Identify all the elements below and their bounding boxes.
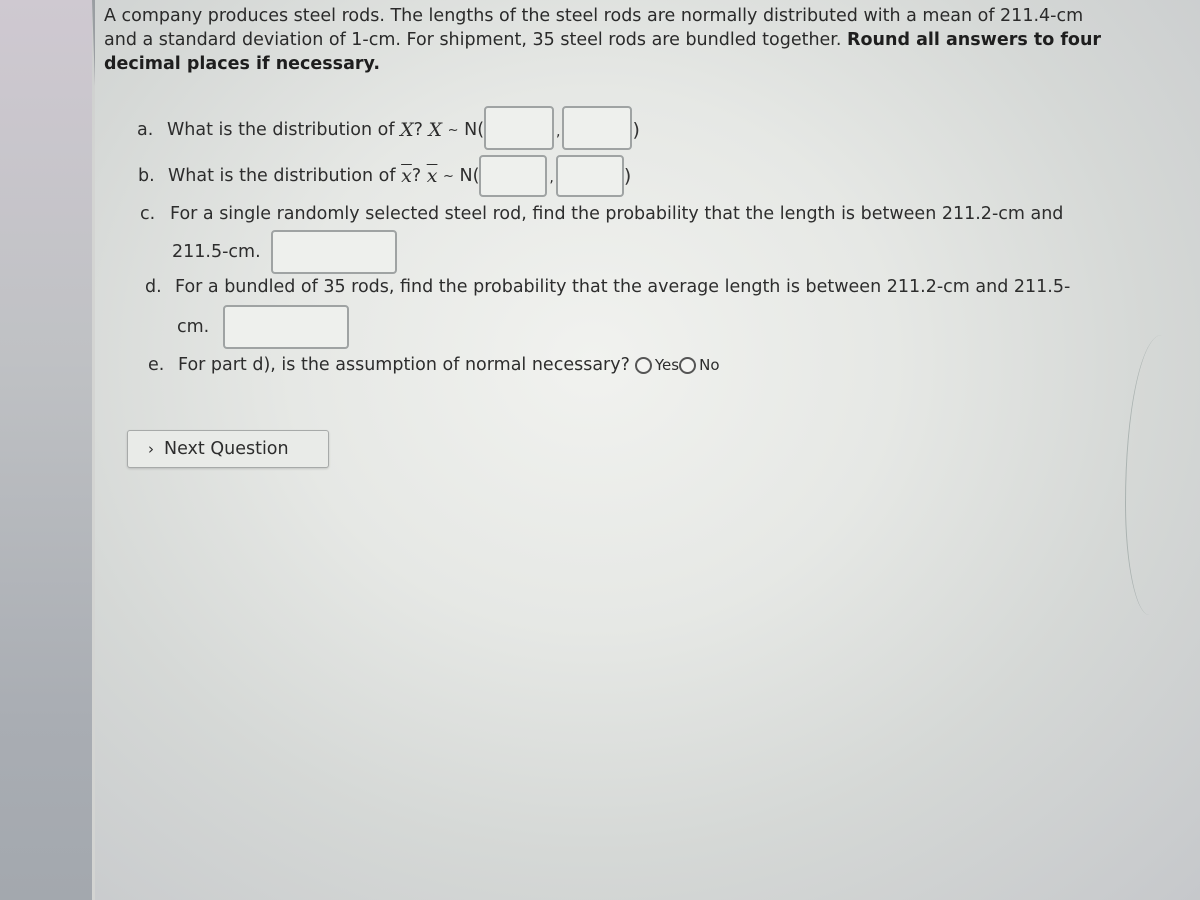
radio-no-label: No [699, 356, 720, 374]
question-c-text: For a single randomly selected steel rod… [170, 204, 1064, 224]
question-d-text-cont: cm. [177, 317, 210, 337]
tilde-symbol: ~ [447, 122, 459, 138]
normal-dist-open: N( [464, 120, 485, 140]
question-a-qmark: ? [413, 120, 423, 140]
question-a-mean-box[interactable] [484, 106, 555, 150]
question-d-label: d. [145, 277, 162, 297]
question-c-answer-row: 211.5-cm. [172, 230, 397, 274]
question-a-variable-2: X [428, 119, 443, 141]
next-question-label: Next Question [164, 439, 289, 459]
question-e-text: For part d), is the assumption of normal… [178, 355, 630, 375]
comma: , [549, 170, 554, 186]
radio-yes-label: Yes [654, 356, 680, 374]
left-panel [0, 0, 92, 900]
question-a: a. What is the distribution of X ? X ~ N… [137, 106, 640, 150]
question-a-mean-input[interactable] [486, 108, 553, 148]
question-b: b. What is the distribution of x ? x ~ N… [138, 155, 632, 197]
question-c: c. For a single randomly selected steel … [140, 201, 1063, 227]
question-a-text: What is the distribution of [167, 120, 395, 140]
question-a-sd-box[interactable] [562, 106, 633, 150]
question-b-variable-xbar: x [401, 165, 412, 187]
question-b-sd-box[interactable] [555, 155, 624, 197]
question-d-answer-box[interactable] [223, 305, 350, 349]
question-d-answer-row: cm. [177, 305, 350, 349]
radio-yes[interactable] [634, 356, 652, 374]
question-e: e. For part d), is the assumption of nor… [148, 352, 720, 378]
question-b-mean-box[interactable] [479, 155, 548, 197]
next-question-button[interactable]: › Next Question [127, 430, 329, 468]
normal-dist-open: N( [459, 166, 480, 186]
radio-option-no[interactable]: No [679, 356, 720, 374]
comma: , [556, 124, 561, 140]
question-c-answer-input[interactable] [272, 232, 395, 272]
question-d: d. For a bundled of 35 rods, find the pr… [145, 274, 1070, 300]
radio-option-yes[interactable]: Yes [630, 356, 679, 374]
question-b-label: b. [138, 166, 155, 186]
question-a-sd-input[interactable] [564, 108, 631, 148]
question-a-variable: X [400, 119, 414, 141]
question-b-text: What is the distribution of [168, 166, 396, 186]
question-b-variable-xbar-2: x [426, 165, 438, 187]
question-d-text: For a bundled of 35 rods, find the proba… [175, 277, 1071, 297]
normal-dist-close: ) [623, 165, 632, 187]
question-b-mean-input[interactable] [481, 157, 546, 195]
question-c-label: c. [140, 204, 156, 224]
normal-dist-close: ) [632, 119, 640, 141]
question-b-sd-input[interactable] [557, 157, 622, 195]
question-e-label: e. [148, 355, 165, 375]
chevron-right-icon: › [148, 440, 154, 458]
tilde-symbol: ~ [443, 168, 454, 184]
problem-statement: A company produces steel rods. The lengt… [104, 4, 1114, 76]
radio-no[interactable] [679, 356, 697, 374]
question-a-label: a. [137, 120, 154, 140]
question-c-text-cont: 211.5-cm. [172, 242, 261, 262]
question-c-answer-box[interactable] [270, 230, 397, 274]
question-d-answer-input[interactable] [225, 307, 348, 347]
question-b-qmark: ? [411, 166, 422, 186]
